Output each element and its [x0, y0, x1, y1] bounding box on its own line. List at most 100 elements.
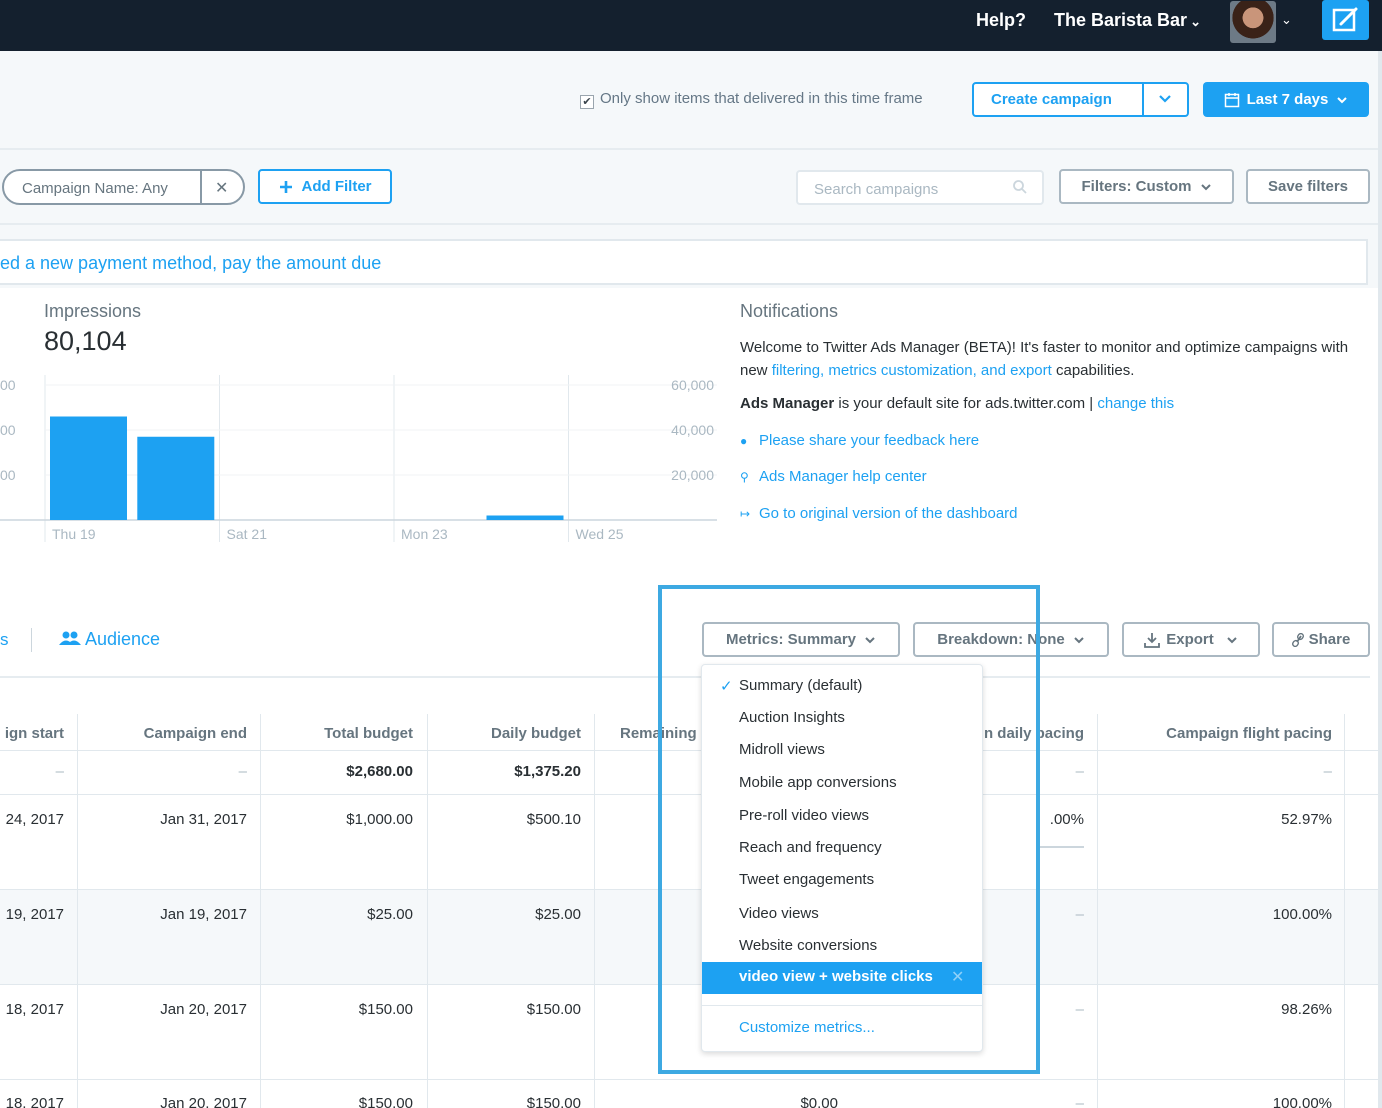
payment-alert: ed a new payment method, pay the amount …	[0, 239, 1368, 285]
add-filter-button[interactable]: Add Filter	[258, 169, 392, 204]
ads-manager-label: Ads Manager	[740, 395, 835, 412]
column-header-start[interactable]: ign start	[5, 725, 64, 742]
total-start: –	[55, 763, 64, 780]
delivered-filter[interactable]: ✔ Only show items that delivered in this …	[580, 90, 923, 109]
help-center-link[interactable]: ⚲ Ads Manager help center	[740, 468, 927, 485]
row-daily-pacing: –	[1075, 1001, 1084, 1018]
row-daily-budget: $150.00	[526, 1001, 581, 1018]
change-default-link[interactable]: change this	[1097, 395, 1174, 412]
row-daily-budget: $150.00	[526, 1095, 581, 1108]
original-dashboard-link[interactable]: ↦ Go to original version of the dashboard	[740, 505, 1018, 522]
date-range-label: Last 7 days	[1246, 91, 1329, 108]
account-name: The Barista Bar	[1054, 10, 1188, 30]
date-range-button[interactable]: Last 7 days	[1203, 82, 1369, 117]
row-end: Jan 31, 2017	[160, 811, 247, 828]
add-filter-label: Add Filter	[301, 178, 372, 195]
column-divider	[594, 714, 595, 1108]
row-remaining: $0.00	[800, 1095, 838, 1108]
speech-bubble-icon: ●	[740, 434, 748, 448]
help-link[interactable]: Help?	[976, 10, 1026, 31]
welcome-text-end: capabilities.	[1051, 362, 1135, 379]
chevron-down-icon[interactable]: ⌄	[1281, 12, 1292, 28]
share-button[interactable]: Share	[1272, 622, 1370, 657]
divider	[0, 148, 1378, 150]
total-daily-budget: $1,375.20	[514, 763, 581, 780]
feedback-link[interactable]: ● Please share your feedback here	[740, 432, 979, 449]
avatar[interactable]	[1230, 1, 1276, 43]
row-divider	[0, 1079, 1378, 1080]
chevron-down-icon	[1200, 183, 1211, 190]
chevron-down-icon[interactable]	[1158, 94, 1172, 104]
features-link[interactable]: filtering, metrics customization, and ex…	[772, 362, 1052, 379]
chevron-down-icon: ⌄	[1190, 14, 1201, 29]
chart-xtick-label: Wed 25	[576, 526, 624, 542]
chart-ytick-label: 20,000	[671, 467, 714, 483]
close-icon[interactable]: ✕	[215, 178, 228, 198]
pacing-bar	[1040, 846, 1084, 848]
welcome-message: Welcome to Twitter Ads Manager (BETA)! I…	[740, 336, 1360, 382]
total-end: –	[238, 763, 247, 780]
chevron-down-icon	[1074, 636, 1084, 643]
save-filters-button[interactable]: Save filters	[1246, 169, 1370, 204]
row-start: 18, 2017	[5, 1095, 64, 1108]
export-label: Export	[1166, 631, 1214, 648]
search-icon	[1013, 180, 1027, 194]
row-flight-pacing: 100.00%	[1272, 906, 1332, 923]
link-icon: ⚲	[740, 470, 749, 484]
total-daily-pacing: –	[1075, 763, 1084, 780]
help-center-link-label: Ads Manager help center	[759, 468, 927, 485]
compose-button[interactable]	[1322, 0, 1369, 40]
chart-ytick-label-left: 00	[0, 377, 16, 393]
column-header-daily-budget[interactable]: Daily budget	[491, 725, 581, 742]
chevron-down-icon	[1227, 636, 1237, 643]
tab-audience[interactable]: Audience	[59, 629, 160, 650]
search-input[interactable]: Search campaigns	[796, 170, 1044, 205]
row-flight-pacing: 98.26%	[1281, 1001, 1332, 1018]
filters-custom-label: Filters: Custom	[1081, 178, 1192, 195]
campaign-name-filter[interactable]: Campaign Name: Any ✕	[2, 169, 245, 205]
row-total-budget: $1,000.00	[346, 811, 413, 828]
payment-alert-link[interactable]: ed a new payment method, pay the amount …	[0, 253, 381, 274]
chart-xtick-label: Mon 23	[401, 526, 448, 542]
delivered-checkbox[interactable]: ✔	[580, 95, 594, 109]
chevron-down-icon	[1337, 96, 1348, 103]
column-header-end[interactable]: Campaign end	[144, 725, 247, 742]
compose-icon	[1332, 7, 1358, 32]
tab-campaigns[interactable]: s	[0, 630, 9, 650]
account-switcher[interactable]: The Barista Bar ⌄	[1054, 10, 1201, 31]
row-daily-pacing: .00%	[1049, 811, 1084, 828]
chart-ytick-label: 60,000	[671, 377, 714, 393]
link-icon	[1291, 632, 1304, 647]
download-icon	[1144, 632, 1161, 648]
highlight-annotation-box	[658, 585, 1040, 1074]
row-start: 19, 2017	[5, 906, 64, 923]
row-daily-pacing: –	[1075, 1095, 1084, 1108]
chart-bar	[50, 416, 127, 520]
top-navigation-bar: Help? The Barista Bar ⌄ ⌄	[0, 0, 1382, 51]
filters-custom-button[interactable]: Filters: Custom	[1059, 169, 1234, 204]
divider	[0, 223, 1378, 225]
pill-divider	[200, 171, 202, 203]
export-button[interactable]: Export	[1122, 622, 1260, 657]
campaign-name-filter-label: Campaign Name: Any	[22, 180, 168, 197]
notifications-title: Notifications	[740, 301, 839, 321]
default-site-notice: Ads Manager is your default site for ads…	[740, 395, 1174, 412]
column-header-total-budget[interactable]: Total budget	[324, 725, 413, 742]
impressions-chart: 60,000 40,000 20,000 00 00 00 Thu 19 Sat 21 Mon …	[0, 375, 717, 542]
default-site-text: is your default site for ads.twitter.com…	[834, 395, 1098, 412]
row-total-budget: $150.00	[358, 1095, 413, 1108]
create-campaign-label: Create campaign	[991, 91, 1112, 108]
row-start: 18, 2017	[5, 1001, 64, 1018]
column-header-flight-pacing[interactable]: Campaign flight pacing	[1166, 725, 1332, 742]
total-total-budget: $2,680.00	[346, 763, 413, 780]
chart-ytick-label: 40,000	[671, 422, 714, 438]
chart-xtick-label: Thu 19	[52, 526, 96, 542]
column-divider	[1344, 714, 1345, 1108]
create-campaign-divider	[1142, 82, 1144, 117]
page-edge	[1378, 51, 1382, 1108]
row-end: Jan 20, 2017	[160, 1001, 247, 1018]
chart-bar	[486, 515, 564, 520]
save-filters-label: Save filters	[1267, 178, 1349, 195]
column-divider	[77, 714, 78, 1108]
create-campaign-button[interactable]: Create campaign	[972, 82, 1189, 117]
